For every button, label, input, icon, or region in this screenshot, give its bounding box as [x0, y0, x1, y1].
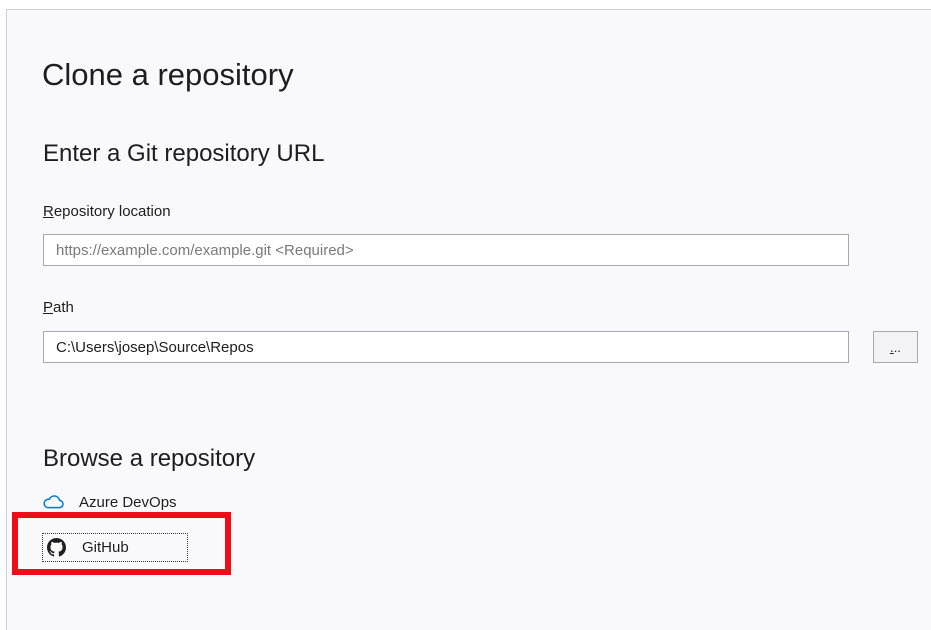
path-input[interactable]	[43, 331, 849, 363]
github-icon	[45, 538, 67, 557]
github-label: GitHub	[82, 539, 129, 556]
browse-path-button[interactable]: ...	[873, 331, 918, 363]
enter-url-section-title: Enter a Git repository URL	[43, 140, 325, 167]
page-title: Clone a repository	[42, 57, 294, 92]
path-label: Path	[43, 299, 74, 316]
github-link[interactable]: GitHub	[42, 533, 188, 562]
repository-location-accesskey: R	[43, 203, 54, 220]
repository-location-label: Repository location	[43, 203, 171, 220]
cloud-icon	[42, 493, 64, 511]
path-label-text: ath	[53, 299, 74, 316]
azure-devops-link[interactable]: Azure DevOps	[42, 489, 177, 515]
repository-location-input[interactable]	[43, 234, 849, 266]
azure-devops-label: Azure DevOps	[79, 493, 177, 511]
browse-section-title: Browse a repository	[43, 445, 256, 472]
repository-location-label-text: epository location	[53, 203, 171, 220]
browse-button-label: ..	[893, 339, 901, 355]
path-accesskey: P	[43, 299, 54, 316]
